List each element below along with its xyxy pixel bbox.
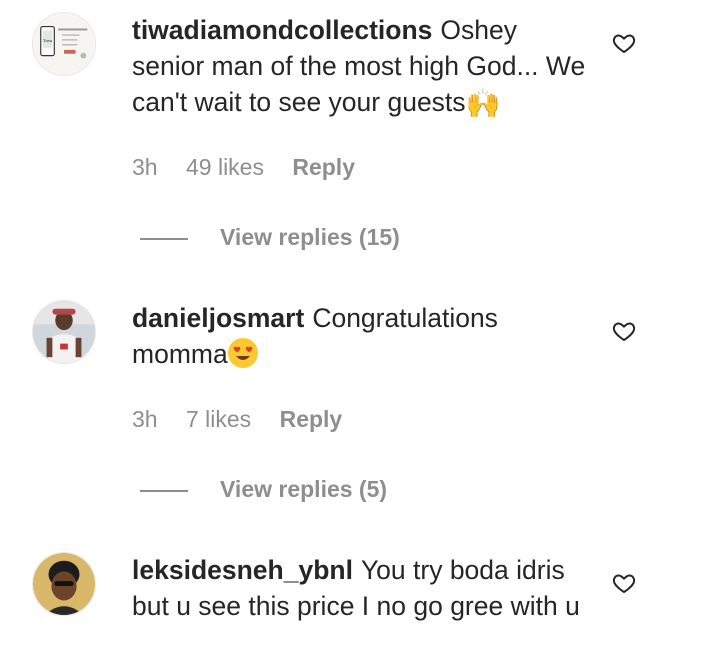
comment-text: leksidesneh_ybnl You try boda idris but u…	[132, 552, 592, 624]
svg-text:Tiwa: Tiwa	[43, 38, 53, 43]
view-replies-button[interactable]: View replies (5)	[140, 476, 387, 503]
heart-outline-icon[interactable]	[612, 319, 636, 343]
divider	[140, 489, 188, 492]
avatar[interactable]	[32, 300, 96, 364]
divider	[140, 237, 188, 240]
view-replies-button[interactable]: View replies (15)	[140, 224, 400, 251]
view-replies-label: View replies (15)	[220, 224, 400, 250]
comment-username[interactable]: tiwadiamondcollections	[132, 15, 432, 45]
avatar[interactable]: Tiwa	[32, 12, 96, 76]
comment-username[interactable]: danieljosmart	[132, 303, 304, 333]
heart-outline-icon[interactable]	[612, 31, 636, 55]
view-replies-label: View replies (5)	[220, 476, 388, 502]
comment-time: 3h	[132, 406, 158, 432]
comment-meta: 3h 49 likes Reply	[132, 154, 377, 181]
comment-text: danieljosmart Congratulations momma	[132, 300, 592, 372]
comment-likes[interactable]: 7 likes	[186, 406, 251, 432]
heart-eyes-icon	[227, 338, 258, 368]
comment-text: tiwadiamondcollections Oshey senior man o…	[132, 12, 592, 120]
avatar[interactable]	[32, 552, 96, 616]
raising-hands-icon: 🙌	[465, 87, 501, 120]
comment-meta: 3h 7 likes Reply	[132, 406, 364, 433]
reply-button[interactable]: Reply	[292, 154, 355, 180]
reply-button[interactable]: Reply	[280, 406, 343, 432]
comment-likes[interactable]: 49 likes	[186, 154, 264, 180]
comment-username[interactable]: leksidesneh_ybnl	[132, 555, 353, 585]
comment-time: 3h	[132, 154, 158, 180]
heart-outline-icon[interactable]	[612, 571, 636, 595]
